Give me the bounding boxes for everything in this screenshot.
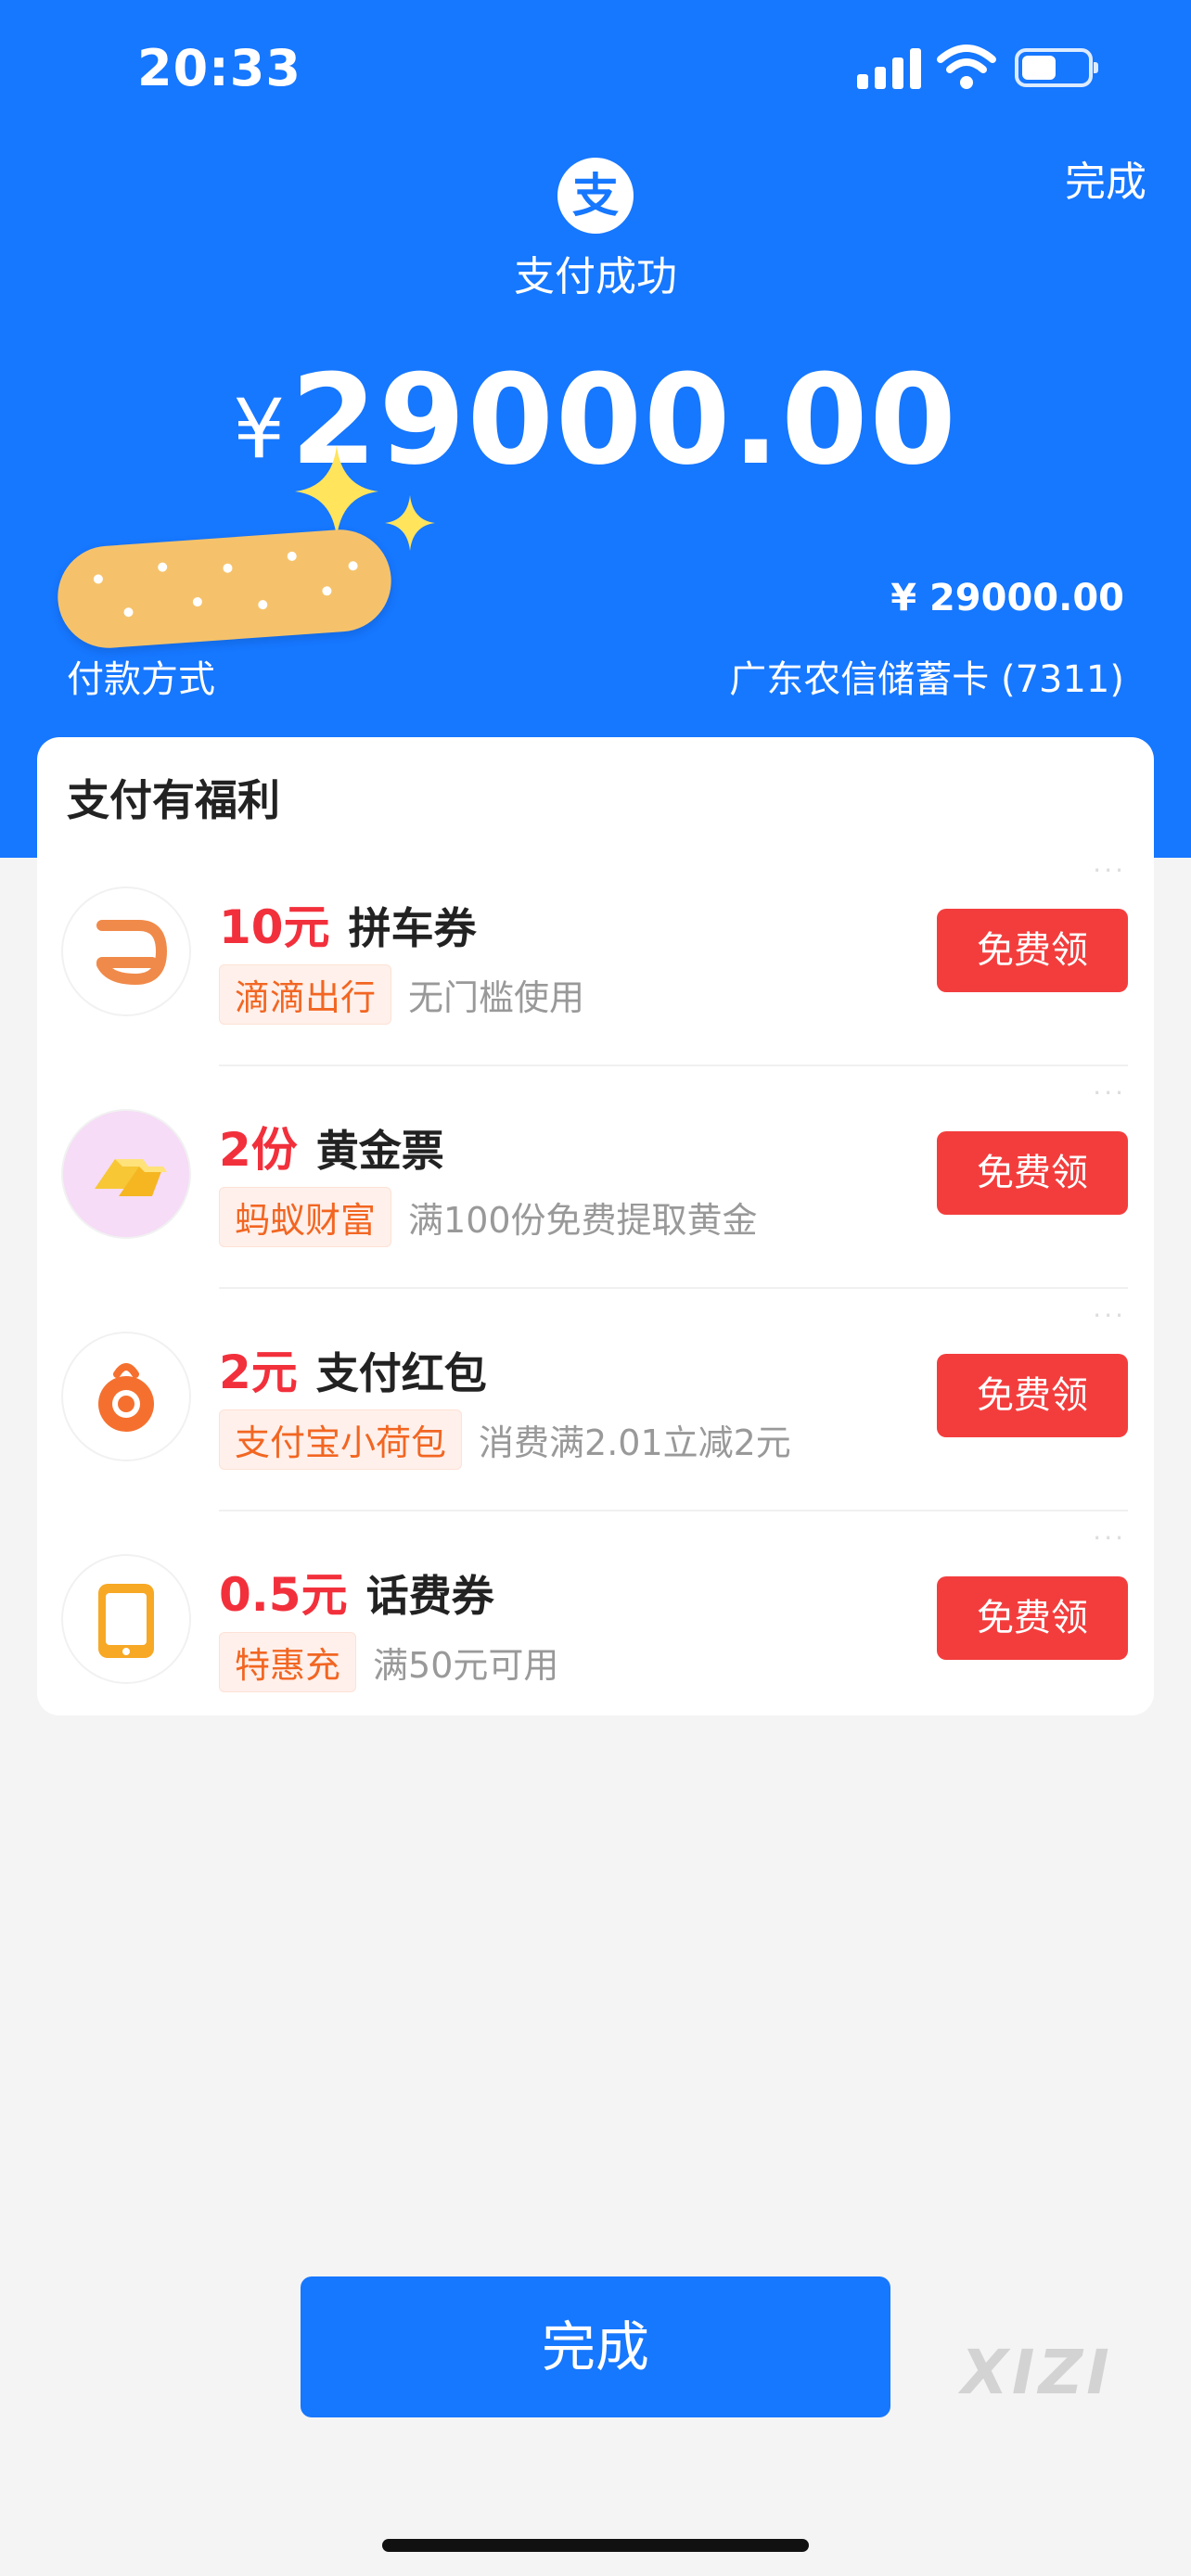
benefit-description: 满100份免费提取黄金: [408, 1200, 758, 1241]
benefit-provider-tag: 支付宝小荷包: [219, 1409, 463, 1470]
payment-method-value: 广东农信储蓄卡 (7311): [729, 658, 1124, 701]
payment-amount: ¥29000.00: [0, 348, 1191, 492]
status-time: 20:33: [137, 39, 301, 97]
benefit-provider-tag: 特惠充: [219, 1632, 357, 1692]
more-icon[interactable]: ···: [1093, 1523, 1126, 1553]
status-bar: 20:33: [0, 0, 1191, 139]
claim-button[interactable]: 免费领: [937, 1131, 1128, 1215]
done-button[interactable]: 完成: [301, 2276, 890, 2417]
benefit-provider-tag: 蚂蚁财富: [219, 1187, 392, 1247]
payment-success-title: 支付成功: [514, 253, 677, 300]
paid-amount: ¥ 29000.00: [890, 577, 1124, 619]
claim-button[interactable]: 免费领: [937, 1354, 1128, 1437]
claim-button[interactable]: 免费领: [937, 1576, 1128, 1660]
payment-method-label: 付款方式: [67, 658, 215, 701]
benefit-amount: 2份: [219, 1123, 298, 1177]
home-indicator[interactable]: [382, 2539, 809, 2552]
benefit-description: 消费满2.01立减2元: [479, 1422, 791, 1463]
sparkle-icon: [295, 445, 378, 538]
claim-button[interactable]: 免费领: [937, 909, 1128, 992]
more-icon[interactable]: ···: [1093, 1078, 1126, 1108]
more-icon[interactable]: ···: [1093, 855, 1126, 886]
currency-symbol: ¥: [233, 381, 286, 477]
wifi-icon: [937, 45, 996, 89]
benefit-row[interactable]: ··· 2元 支付红包 支付宝小荷包 消费满2.01立减2元 免费领: [37, 1289, 1154, 1511]
benefit-name: 话费券: [365, 1571, 494, 1621]
benefit-description: 满50元可用: [373, 1645, 559, 1686]
benefit-amount: 10元: [219, 900, 330, 954]
alipay-logo: 支: [557, 158, 634, 234]
phone-icon: [63, 1556, 189, 1682]
benefits-card: 支付有福利 ··· 10元 拼车券 滴滴出行 无门槛使用 免费领 ··· 2份 …: [37, 737, 1154, 1715]
benefit-amount: 0.5元: [219, 1568, 348, 1622]
benefit-name: 黄金票: [315, 1126, 444, 1176]
benefits-title: 支付有福利: [67, 775, 280, 825]
benefit-name: 拼车券: [348, 903, 477, 953]
wallet-pouch-icon: [63, 1333, 189, 1460]
amount-value: 29000.00: [290, 348, 958, 492]
gold-bar-icon: [63, 1111, 189, 1237]
benefit-row[interactable]: ··· 0.5元 话费券 特惠充 满50元可用 免费领: [37, 1511, 1154, 1734]
done-link[interactable]: 完成: [1065, 148, 1146, 208]
cellular-signal-icon: [857, 48, 922, 89]
benefit-amount: 2元: [219, 1345, 298, 1399]
didi-icon: [63, 888, 189, 1014]
benefit-row[interactable]: ··· 2份 黄金票 蚂蚁财富 满100份免费提取黄金 免费领: [37, 1066, 1154, 1289]
battery-icon: [1015, 48, 1098, 87]
watermark: XIZI: [961, 2337, 1113, 2408]
benefit-description: 无门槛使用: [408, 977, 585, 1018]
benefit-row[interactable]: ··· 10元 拼车券 滴滴出行 无门槛使用 免费领: [37, 844, 1154, 1066]
benefit-name: 支付红包: [315, 1348, 487, 1398]
more-icon[interactable]: ···: [1093, 1300, 1126, 1331]
benefit-provider-tag: 滴滴出行: [219, 964, 392, 1025]
sparkle-small-icon: [385, 495, 435, 551]
